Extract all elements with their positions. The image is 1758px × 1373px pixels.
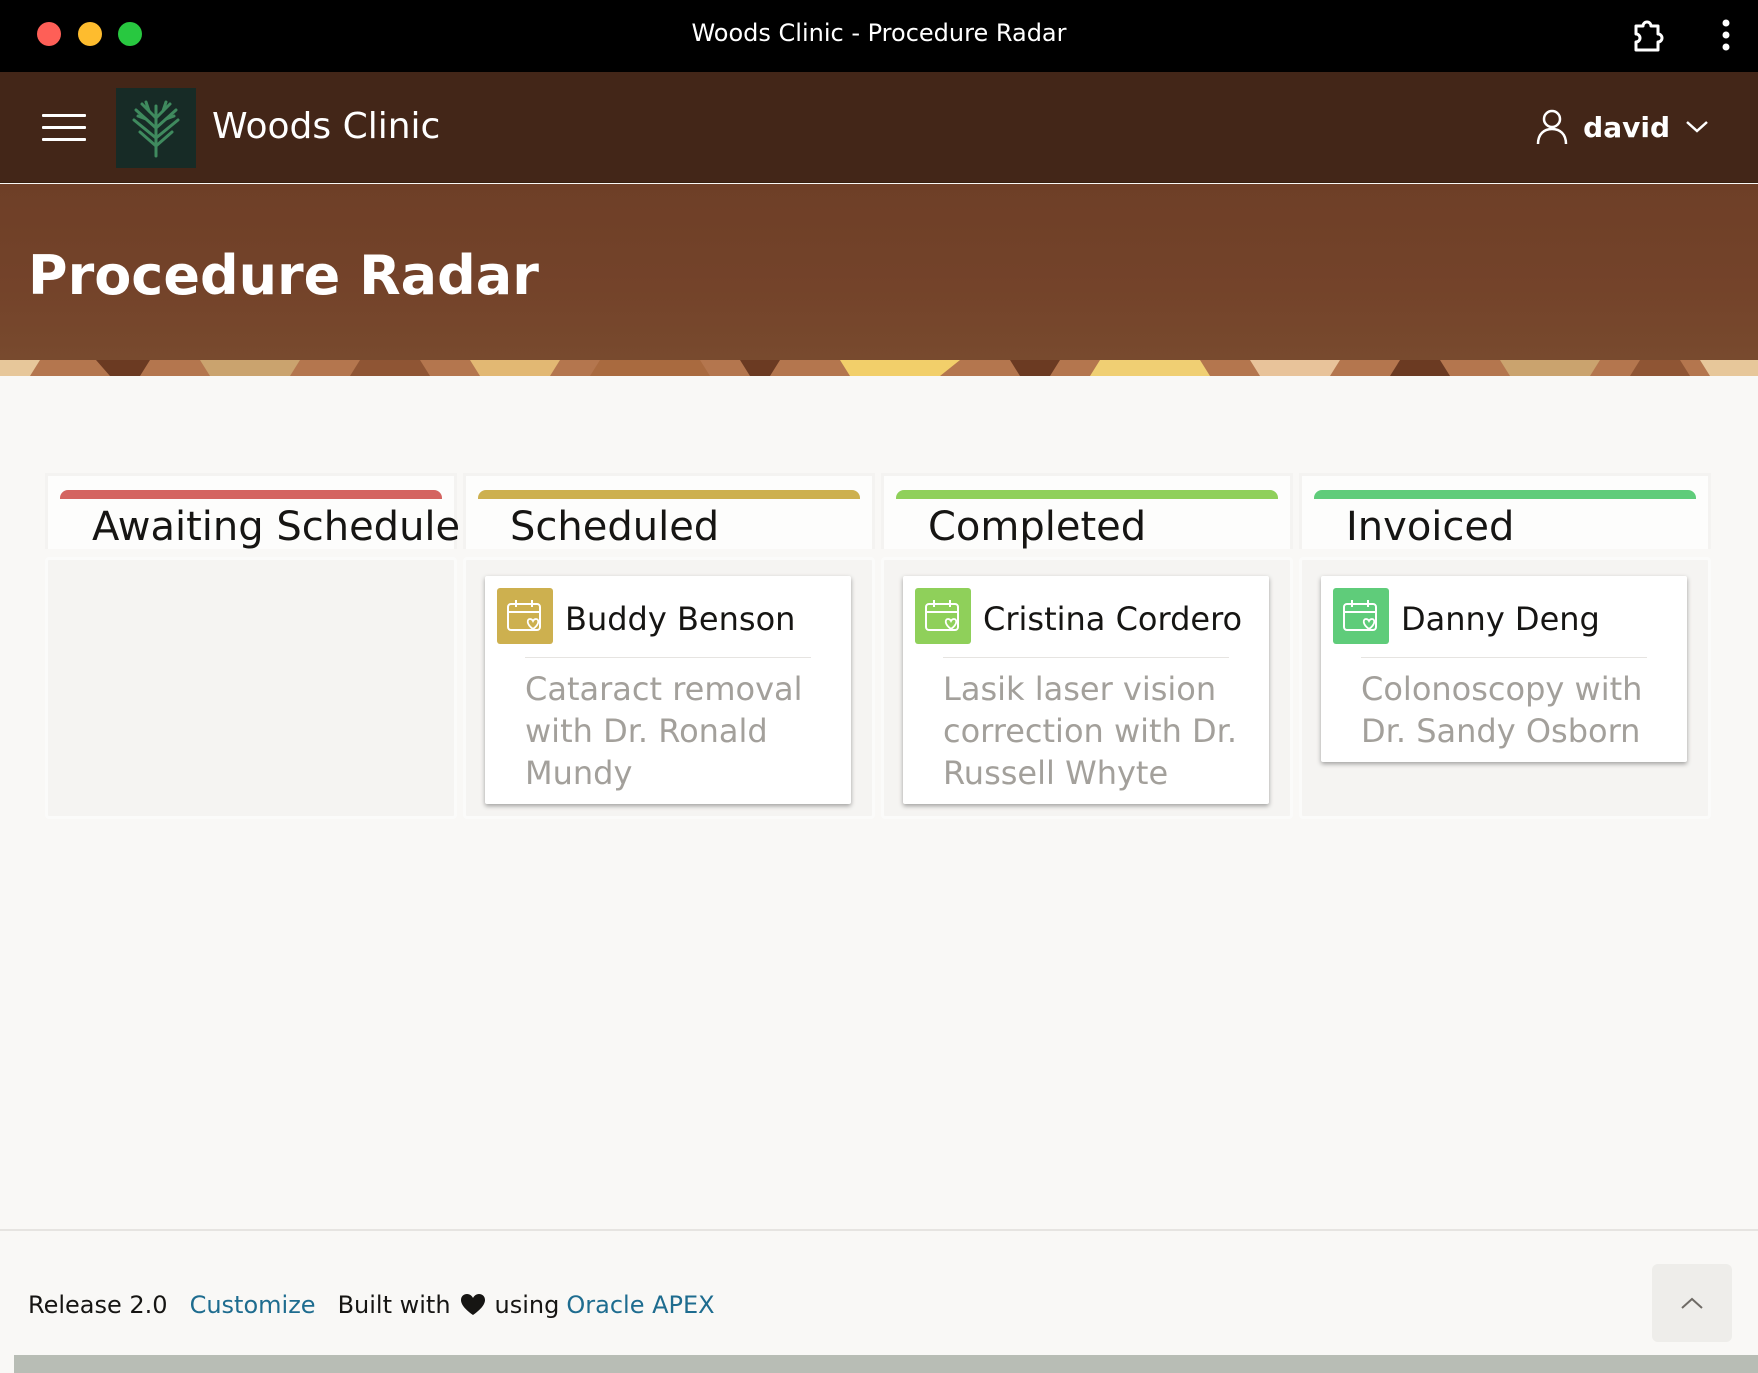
column-header: Awaiting Schedule [45,473,461,550]
release-label: Release 2.0 [28,1291,168,1319]
column-header: Invoiced [1299,473,1711,550]
column-status-bar [60,490,442,499]
column-completed: Completed Cristina Cordero Lasik laser v… [881,473,1293,819]
taskbar-strip [14,1355,1758,1373]
column-scheduled: Scheduled Buddy Benson Cataract removal … [463,473,875,819]
hero-banner: Procedure Radar [0,184,1758,360]
column-status-bar [896,490,1278,499]
chevron-down-icon [1686,121,1708,133]
procedure-card[interactable]: Danny Deng Colonoscopy with Dr. Sandy Os… [1321,576,1687,762]
built-with-label: Built with [337,1291,451,1319]
tree-logo-icon[interactable] [116,88,196,168]
page-title: Procedure Radar [28,244,539,307]
calendar-heart-icon [1333,588,1389,644]
column-body[interactable]: Buddy Benson Cataract removal with Dr. R… [463,557,875,819]
hero-decoration [0,360,1758,376]
heart-icon [460,1294,485,1315]
hamburger-icon[interactable] [42,114,86,144]
brand-name[interactable]: Woods Clinic [212,106,440,147]
user-icon [1536,109,1568,145]
procedure-description: Cataract removal with Dr. Ronald Mundy [525,670,803,792]
page-footer: Release 2.0 Customize Built with using O… [0,1229,1758,1355]
patient-name: Buddy Benson [565,600,796,638]
customize-link[interactable]: Customize [190,1291,316,1319]
column-status-bar [478,490,860,499]
window-title: Woods Clinic - Procedure Radar [691,19,1067,47]
scroll-to-top-button[interactable] [1652,1264,1732,1342]
column-awaiting-schedule: Awaiting Schedule [45,473,461,819]
procedure-description: Lasik laser vision correction with Dr. R… [943,670,1238,792]
column-body[interactable]: Cristina Cordero Lasik laser vision corr… [881,557,1293,819]
using-label: using [494,1291,560,1319]
calendar-heart-icon [497,588,553,644]
column-header: Scheduled [463,473,875,550]
patient-name: Cristina Cordero [983,600,1243,638]
kebab-menu-icon[interactable] [1720,18,1732,52]
chevron-up-icon [1681,1297,1703,1309]
column-header: Completed [881,473,1293,550]
column-body[interactable]: Danny Deng Colonoscopy with Dr. Sandy Os… [1299,557,1711,819]
user-menu[interactable]: david [1535,108,1710,146]
procedure-description: Colonoscopy with Dr. Sandy Osborn [1361,670,1643,750]
calendar-heart-icon [915,588,971,644]
oracle-apex-link[interactable]: Oracle APEX [566,1291,714,1319]
column-body[interactable] [45,557,457,819]
app-header: Woods Clinic david [0,72,1758,183]
user-name: david [1583,110,1670,144]
column-title: Invoiced [1346,504,1515,550]
procedure-card[interactable]: Buddy Benson Cataract removal with Dr. R… [485,576,851,804]
column-title: Awaiting Schedule [92,504,461,550]
column-title: Scheduled [510,504,720,550]
window-titlebar: Woods Clinic - Procedure Radar [0,0,1758,72]
procedure-card[interactable]: Cristina Cordero Lasik laser vision corr… [903,576,1269,804]
extension-icon[interactable] [1630,16,1666,52]
column-title: Completed [928,504,1147,550]
column-status-bar [1314,490,1696,499]
column-invoiced: Invoiced Danny Deng Colonoscopy with Dr.… [1299,473,1711,819]
patient-name: Danny Deng [1401,600,1600,638]
